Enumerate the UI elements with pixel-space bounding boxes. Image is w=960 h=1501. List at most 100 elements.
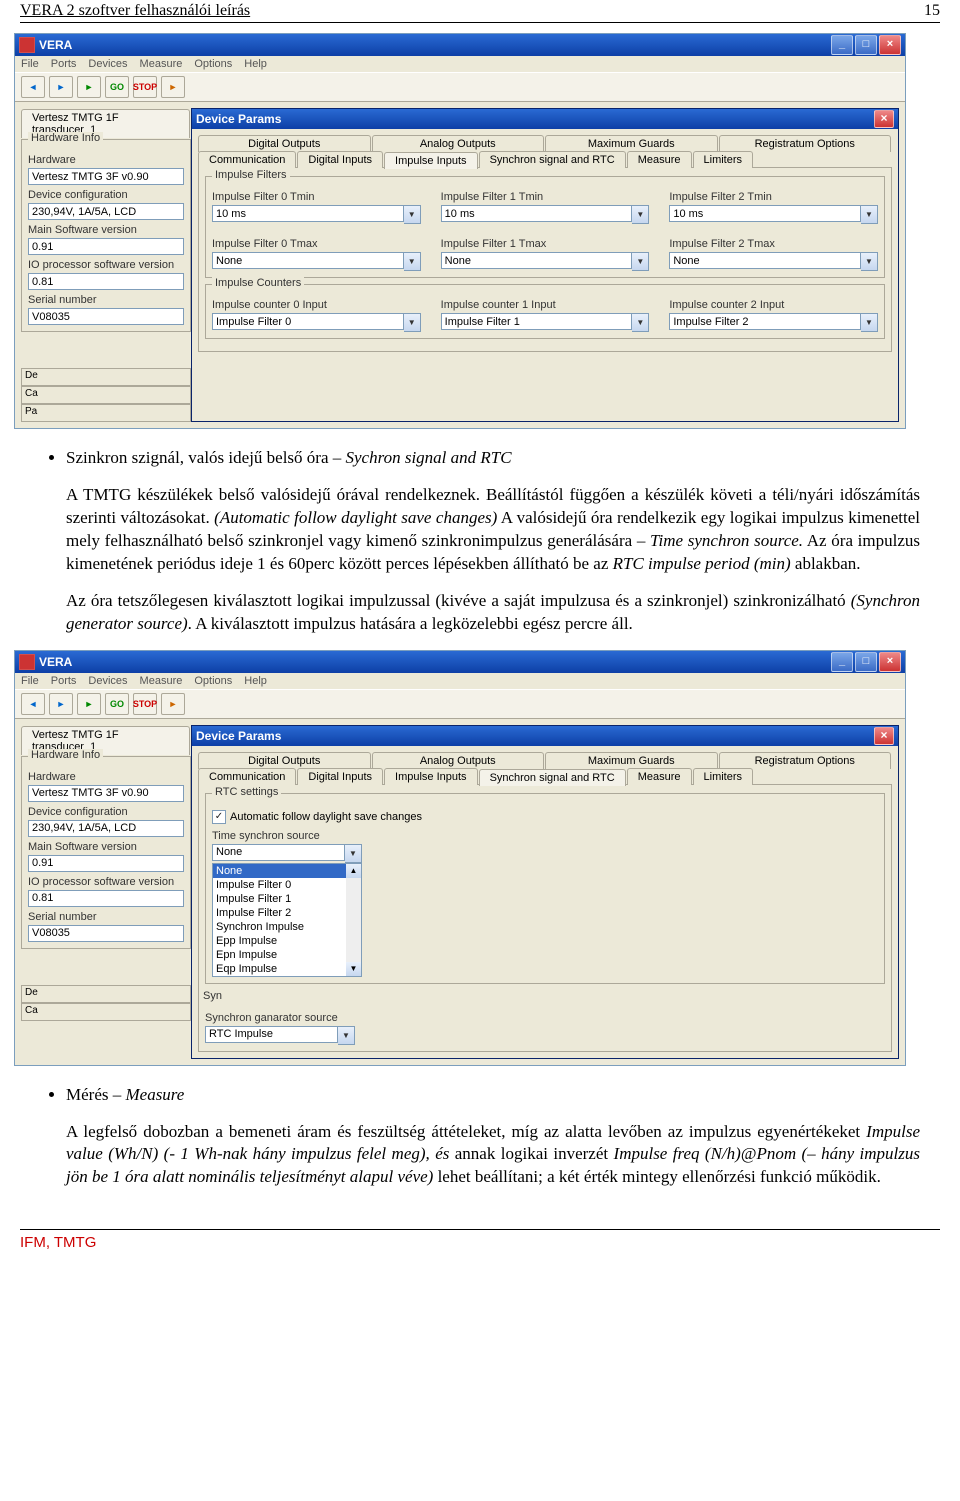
combo-if1-tmax[interactable]: None▼: [441, 252, 650, 271]
tab-digital-inputs[interactable]: Digital Inputs: [297, 151, 383, 168]
chevron-down-icon[interactable]: ▼: [632, 313, 649, 332]
tab-digital-outputs[interactable]: Digital Outputs: [198, 752, 371, 769]
chevron-down-icon[interactable]: ▼: [404, 252, 421, 271]
combo-if0-tmin[interactable]: 10 ms▼: [212, 205, 421, 224]
tool-next[interactable]: ►: [161, 76, 185, 98]
chevron-down-icon[interactable]: ▼: [861, 313, 878, 332]
combo-if0-tmax[interactable]: None▼: [212, 252, 421, 271]
dialog-close-button[interactable]: ×: [874, 727, 894, 745]
tab-limiters[interactable]: Limiters: [693, 768, 754, 785]
list-item[interactable]: Epn Impulse: [213, 948, 346, 962]
list-item[interactable]: Synchron Impulse: [213, 920, 346, 934]
dialog-title-2: Device Params: [196, 729, 281, 743]
tool-play[interactable]: ►: [77, 76, 101, 98]
dialog-close-button[interactable]: ×: [874, 110, 894, 128]
menu-ports[interactable]: Ports: [51, 58, 77, 70]
tool-go[interactable]: GO: [105, 76, 129, 98]
auto-dst-checkbox[interactable]: ✓ Automatic follow daylight save changes: [212, 810, 878, 824]
list-item[interactable]: Impulse Filter 2: [213, 906, 346, 920]
tool-back[interactable]: ◄: [21, 693, 45, 715]
menu-help[interactable]: Help: [244, 58, 267, 70]
combo-ic0[interactable]: Impulse Filter 0▼: [212, 313, 421, 332]
tab-measure[interactable]: Measure: [627, 151, 692, 168]
combo-if2-tmax[interactable]: None▼: [669, 252, 878, 271]
menu-file[interactable]: File: [21, 58, 39, 70]
menu-help[interactable]: Help: [244, 675, 267, 687]
tool-play[interactable]: ►: [77, 693, 101, 715]
list-item[interactable]: Impulse Filter 0: [213, 878, 346, 892]
tool-stop[interactable]: STOP: [133, 693, 157, 715]
minimize-button[interactable]: _: [831, 652, 853, 672]
label-main-sw: Main Software version: [28, 224, 184, 236]
menu-measure[interactable]: Measure: [140, 58, 183, 70]
chevron-down-icon[interactable]: ▼: [632, 252, 649, 271]
tool-fwd[interactable]: ►: [49, 76, 73, 98]
time-synchron-listbox[interactable]: None Impulse Filter 0 Impulse Filter 1 I…: [212, 863, 362, 977]
tab-digital-inputs[interactable]: Digital Inputs: [297, 768, 383, 785]
maximize-button[interactable]: □: [855, 652, 877, 672]
side-button-ca[interactable]: Ca: [21, 1003, 191, 1021]
chevron-down-icon[interactable]: ▼: [345, 844, 362, 863]
combo-ic2[interactable]: Impulse Filter 2▼: [669, 313, 878, 332]
field-serial: V08035: [28, 308, 184, 325]
chevron-up-icon[interactable]: ▲: [346, 864, 361, 878]
side-button-pa[interactable]: Pa: [21, 404, 191, 422]
tool-back[interactable]: ◄: [21, 76, 45, 98]
combo-if1-tmin[interactable]: 10 ms▼: [441, 205, 650, 224]
list-item[interactable]: Impulse Filter 1: [213, 892, 346, 906]
tab-measure[interactable]: Measure: [627, 768, 692, 785]
chevron-down-icon[interactable]: ▼: [404, 313, 421, 332]
tab-analog-outputs[interactable]: Analog Outputs: [372, 135, 545, 152]
chevron-down-icon[interactable]: ▼: [404, 205, 421, 224]
chevron-down-icon[interactable]: ▼: [861, 252, 878, 271]
tab-limiters[interactable]: Limiters: [693, 151, 754, 168]
tab-registratum[interactable]: Registratum Options: [719, 135, 892, 152]
side-button-ca[interactable]: Ca: [21, 386, 191, 404]
menu-options[interactable]: Options: [194, 58, 232, 70]
tab-analog-outputs[interactable]: Analog Outputs: [372, 752, 545, 769]
chevron-down-icon[interactable]: ▼: [861, 205, 878, 224]
side-button-de[interactable]: De: [21, 368, 191, 386]
tool-next[interactable]: ►: [161, 693, 185, 715]
list-item[interactable]: Epp Impulse: [213, 934, 346, 948]
maximize-button[interactable]: □: [855, 35, 877, 55]
tab-synchron[interactable]: Synchron signal and RTC: [479, 769, 626, 786]
tab-digital-outputs[interactable]: Digital Outputs: [198, 135, 371, 152]
tab-communication[interactable]: Communication: [198, 151, 296, 168]
menu-measure[interactable]: Measure: [140, 675, 183, 687]
combo-ic1[interactable]: Impulse Filter 1▼: [441, 313, 650, 332]
menu-ports[interactable]: Ports: [51, 675, 77, 687]
list-item[interactable]: Eqp Impulse: [213, 962, 346, 976]
combo-time-synchron[interactable]: None▼: [212, 844, 362, 863]
tab-impulse-inputs[interactable]: Impulse Inputs: [384, 152, 478, 169]
tab-synchron[interactable]: Synchron signal and RTC: [479, 151, 626, 168]
tab-impulse-inputs[interactable]: Impulse Inputs: [384, 768, 478, 785]
lbl-ic0: Impulse counter 0 Input: [212, 299, 421, 311]
combo-synchron-generator[interactable]: RTC Impulse▼: [205, 1026, 355, 1045]
chevron-down-icon[interactable]: ▼: [632, 205, 649, 224]
tool-stop[interactable]: STOP: [133, 76, 157, 98]
bullet-measure: Mérés – Measure A legfelső dobozban a be…: [66, 1084, 920, 1190]
list-item[interactable]: None: [213, 864, 346, 878]
tab-registratum[interactable]: Registratum Options: [719, 752, 892, 769]
tab-communication[interactable]: Communication: [198, 768, 296, 785]
tab-maximum-guards[interactable]: Maximum Guards: [545, 135, 718, 152]
close-button[interactable]: ×: [879, 652, 901, 672]
auto-dst-label: Automatic follow daylight save changes: [230, 811, 422, 823]
chevron-down-icon[interactable]: ▼: [338, 1026, 355, 1045]
scrollbar[interactable]: ▲ ▼: [346, 863, 362, 977]
tool-go[interactable]: GO: [105, 693, 129, 715]
combo-if2-tmin[interactable]: 10 ms▼: [669, 205, 878, 224]
side-button-de[interactable]: De: [21, 985, 191, 1003]
chevron-down-icon[interactable]: ▼: [346, 962, 361, 976]
menu-devices[interactable]: Devices: [88, 675, 127, 687]
tool-fwd[interactable]: ►: [49, 693, 73, 715]
field-main-sw: 0.91: [28, 855, 184, 872]
menu-devices[interactable]: Devices: [88, 58, 127, 70]
lbl-synchron-generator-source: Synchron ganarator source: [205, 1012, 885, 1024]
menu-file[interactable]: File: [21, 675, 39, 687]
close-button[interactable]: ×: [879, 35, 901, 55]
minimize-button[interactable]: _: [831, 35, 853, 55]
tab-maximum-guards[interactable]: Maximum Guards: [545, 752, 718, 769]
menu-options[interactable]: Options: [194, 675, 232, 687]
